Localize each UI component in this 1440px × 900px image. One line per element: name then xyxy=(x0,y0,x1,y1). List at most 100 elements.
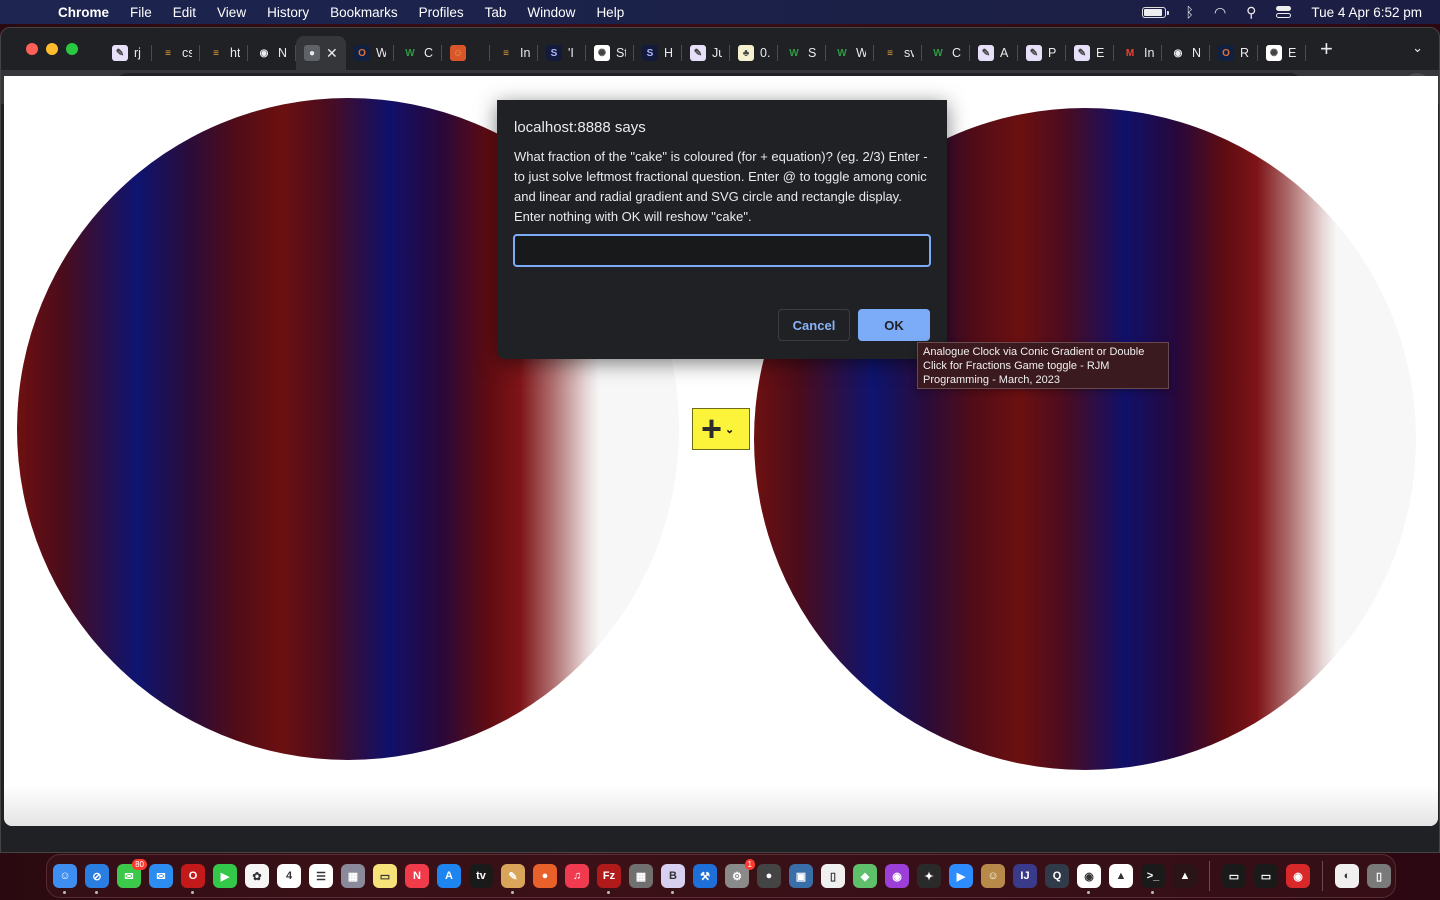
menu-history[interactable]: History xyxy=(267,5,309,20)
safari-icon[interactable]: ⊘ xyxy=(85,864,109,894)
calendar-icon[interactable]: 4 xyxy=(277,864,301,888)
browser-tab[interactable]: OW xyxy=(346,36,394,70)
firefox-icon[interactable]: ● xyxy=(533,864,557,888)
browser-tab[interactable]: WS xyxy=(778,36,826,70)
control-center-icon[interactable] xyxy=(1276,5,1292,19)
spotlight-search-icon[interactable]: ⚲ xyxy=(1246,5,1256,19)
launchpad-icon[interactable]: ▦ xyxy=(341,864,365,888)
browser-tab[interactable]: WW xyxy=(826,36,874,70)
battery-icon[interactable] xyxy=(1141,6,1169,18)
reminders-icon[interactable]: ☰ xyxy=(309,864,333,888)
mamp-icon[interactable]: ● xyxy=(757,864,781,888)
xcode-icon[interactable]: ⚒ xyxy=(693,864,717,888)
menu-tab[interactable]: Tab xyxy=(485,5,507,20)
document-icon[interactable]: ▯ xyxy=(821,864,845,888)
browser-tab[interactable]: ≡ ht xyxy=(200,36,248,70)
photo-booth-icon[interactable]: ◉ xyxy=(1286,864,1310,888)
bluetooth-icon[interactable]: ᛒ xyxy=(1186,5,1194,19)
browser-tab[interactable]: ≡ cs xyxy=(152,36,200,70)
browser-tab[interactable]: OR xyxy=(1210,36,1258,70)
browser-tab[interactable]: ✎ A xyxy=(970,36,1018,70)
colour-wheel-icon: ✺ xyxy=(594,45,610,61)
menu-profiles[interactable]: Profiles xyxy=(419,5,464,20)
music-icon[interactable]: ♫ xyxy=(565,864,589,888)
dock-icon-glyph: ⊘ xyxy=(92,870,102,883)
emoji-app-icon: ☺ xyxy=(450,45,466,61)
close-tab-icon[interactable]: ✕ xyxy=(326,45,338,62)
browser-tab[interactable]: ✺ St xyxy=(586,36,634,70)
browser-tab[interactable]: ◉ N xyxy=(1162,36,1210,70)
ok-button[interactable]: OK xyxy=(858,309,930,341)
mail-icon[interactable]: ✉ xyxy=(149,864,173,888)
apple-tv-icon[interactable]: tv xyxy=(469,864,493,888)
close-window-button[interactable] xyxy=(26,43,38,55)
browser-tab[interactable]: ✺ E xyxy=(1258,36,1306,70)
browser-tab[interactable]: S 'I xyxy=(538,36,586,70)
app-store-icon[interactable]: A xyxy=(437,864,461,888)
filezilla-icon[interactable]: Fz xyxy=(597,864,621,894)
calculator-icon[interactable]: ▦ xyxy=(629,864,653,888)
notes-icon[interactable]: ▭ xyxy=(373,864,397,888)
menu-view[interactable]: View xyxy=(217,5,246,20)
menu-bar-clock[interactable]: Tue 4 Apr 6:52 pm xyxy=(1311,5,1422,20)
dock-icon-glyph: ▭ xyxy=(1228,870,1240,883)
minimize-window-button[interactable] xyxy=(46,43,58,55)
paintbrush-icon[interactable]: ✎ xyxy=(501,864,525,894)
cmake-icon[interactable]: ▲ xyxy=(1173,864,1197,888)
terminal-window-icon[interactable]: ▭ xyxy=(1222,864,1246,888)
finder-icon[interactable]: ☺ xyxy=(53,864,77,894)
gimp-icon[interactable]: ✦ xyxy=(917,864,941,888)
dock-icon-glyph: ✉ xyxy=(156,870,166,883)
news-icon[interactable]: N xyxy=(405,864,429,888)
quicktime-icon[interactable]: Q xyxy=(1045,864,1069,888)
preview-icon[interactable]: ▣ xyxy=(789,864,813,888)
maps-icon[interactable]: ◆ xyxy=(853,864,877,888)
chrome-icon[interactable]: ◉ xyxy=(1077,864,1101,894)
menu-file[interactable]: File xyxy=(130,5,152,20)
cancel-button[interactable]: Cancel xyxy=(778,309,850,341)
terminal-window-icon[interactable]: ▭ xyxy=(1254,864,1278,888)
contacts-icon[interactable]: ☺ xyxy=(981,864,1005,888)
zoom-window-button[interactable] xyxy=(66,43,78,55)
browser-tab[interactable]: M In xyxy=(1114,36,1162,70)
facetime-icon[interactable]: ▶ xyxy=(213,864,237,888)
podcasts-icon[interactable]: ◉ xyxy=(885,864,909,888)
browser-tab[interactable]: WC xyxy=(922,36,970,70)
operator-select[interactable]: + ⌄ xyxy=(692,408,750,450)
opera-icon[interactable]: O xyxy=(181,864,205,894)
dock-icon-glyph: A xyxy=(445,870,453,882)
browser-tab[interactable]: ≡ In xyxy=(490,36,538,70)
zoom-icon[interactable]: ▶ xyxy=(949,864,973,888)
menu-bookmarks[interactable]: Bookmarks xyxy=(330,5,398,20)
browser-tab[interactable]: ✎ E xyxy=(1066,36,1114,70)
dock-icon-glyph: ✦ xyxy=(924,870,934,883)
photos-icon[interactable]: ✿ xyxy=(245,864,269,888)
browser-tab[interactable]: SH xyxy=(634,36,682,70)
browser-tab[interactable]: ✎ rj xyxy=(104,36,152,70)
inkscape-icon[interactable]: ▲ xyxy=(1109,864,1133,888)
browser-tab[interactable]: ☺ xyxy=(442,36,490,70)
browser-tab[interactable]: ♣ 0. xyxy=(730,36,778,70)
system-preferences-icon[interactable]: ⚙ 1 xyxy=(725,859,755,888)
menu-help[interactable]: Help xyxy=(596,5,624,20)
browser-tab[interactable]: ✎ P xyxy=(1018,36,1066,70)
browser-tab[interactable]: ≡ sv xyxy=(874,36,922,70)
rjm-icon: ✎ xyxy=(978,45,994,61)
bbedit-icon[interactable]: B xyxy=(661,864,685,894)
terminal-icon[interactable]: >_ xyxy=(1141,864,1165,894)
intellij-icon[interactable]: IJ xyxy=(1013,864,1037,888)
wifi-icon[interactable]: ◠ xyxy=(1214,5,1226,19)
browser-tab[interactable]: WC xyxy=(394,36,442,70)
tab-search-chevron-icon[interactable]: ⌄ xyxy=(1412,40,1423,56)
menu-window[interactable]: Window xyxy=(527,5,575,20)
menu-edit[interactable]: Edit xyxy=(173,5,196,20)
prompt-input[interactable] xyxy=(513,234,931,267)
trash-icon[interactable]: ▯ xyxy=(1367,864,1391,888)
downloads-stack-icon[interactable]: ◐ xyxy=(1335,864,1359,888)
browser-tab[interactable]: ✎ Ju xyxy=(682,36,730,70)
new-tab-button[interactable]: + xyxy=(1320,36,1333,62)
messages-icon[interactable]: ✉ 80 xyxy=(117,859,147,888)
menu-app-chrome[interactable]: Chrome xyxy=(58,5,109,20)
tab-active[interactable]: ● ✕ xyxy=(296,36,346,70)
browser-tab[interactable]: ◉ N xyxy=(248,36,296,70)
